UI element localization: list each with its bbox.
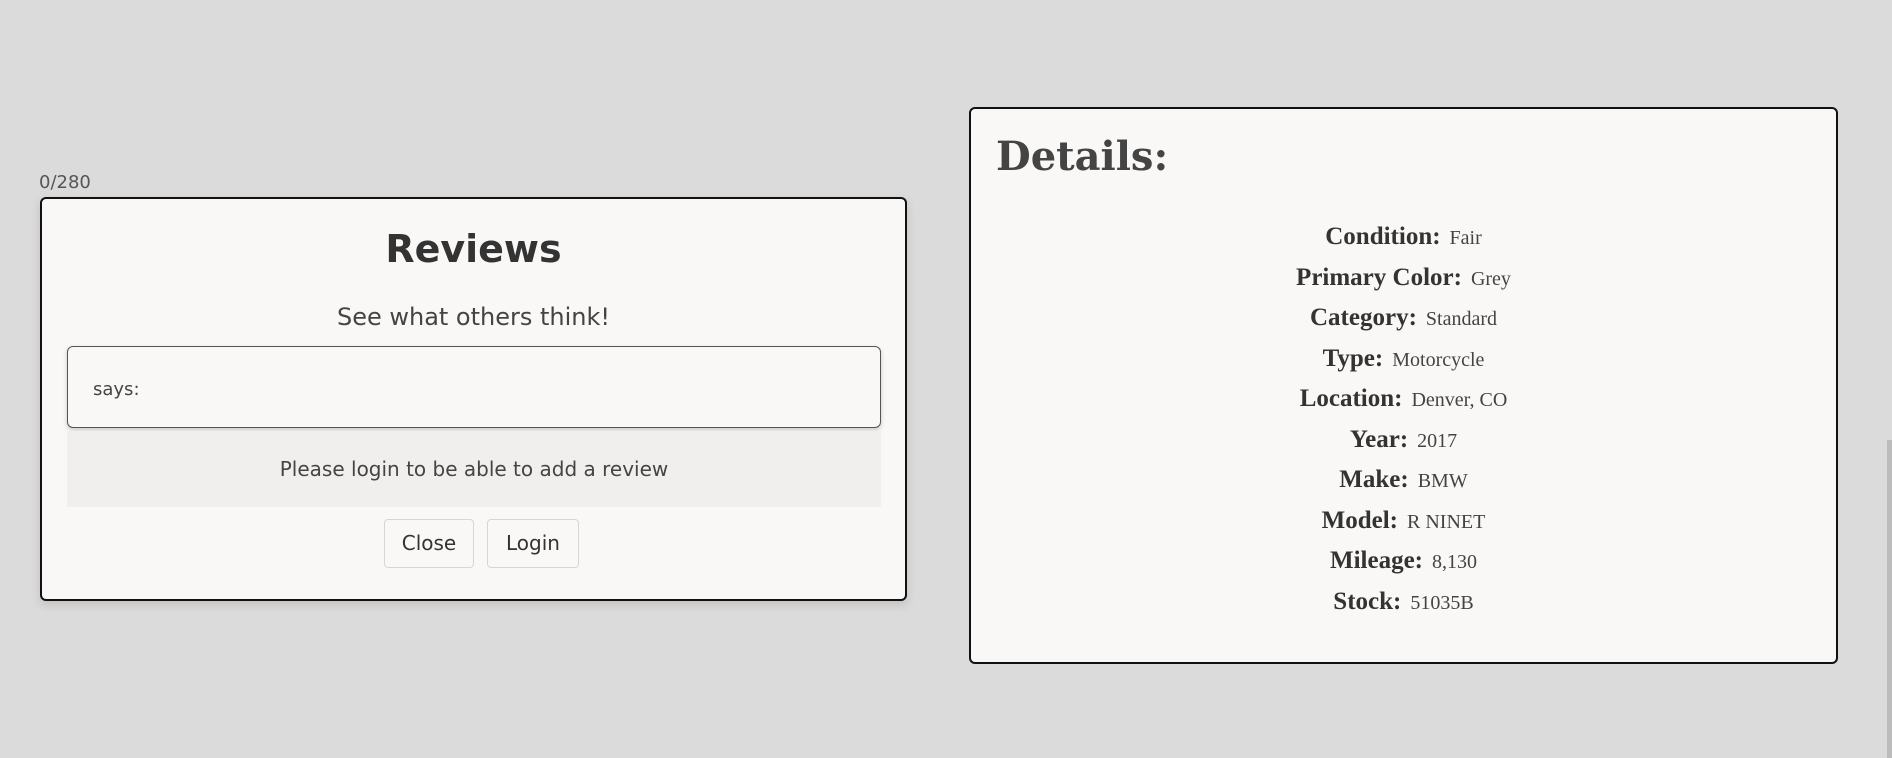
detail-value: 51035B xyxy=(1410,591,1474,614)
detail-label: Mileage: xyxy=(1329,547,1423,574)
detail-row-category: Category: Standard xyxy=(971,298,1836,339)
detail-label: Primary Color: xyxy=(1296,263,1462,291)
detail-label: Type: xyxy=(1322,344,1384,372)
detail-label: Model: xyxy=(1321,506,1399,534)
detail-row-primary-color: Primary Color: Grey xyxy=(971,258,1836,299)
detail-row-type: Type: Motorcycle xyxy=(971,339,1836,380)
reviews-title: Reviews xyxy=(385,227,562,271)
detail-row-location: Location: Denver, CO xyxy=(971,379,1836,420)
detail-label: Location: xyxy=(1299,385,1403,412)
review-author-says: says: xyxy=(93,379,140,400)
detail-value: Denver, CO xyxy=(1411,389,1508,411)
review-char-counter: 0/280 xyxy=(39,172,91,193)
close-button[interactable]: Close xyxy=(384,519,474,568)
detail-value: Fair xyxy=(1449,227,1482,249)
login-button[interactable]: Login xyxy=(487,519,579,568)
detail-row-stock: Stock: 51035B xyxy=(971,582,1836,623)
detail-value: Standard xyxy=(1425,308,1497,330)
detail-value: R NINET xyxy=(1407,510,1486,533)
detail-value: 8,130 xyxy=(1432,551,1477,573)
details-panel: Details: Condition: Fair Primary Color: Gr… xyxy=(969,107,1838,664)
scrollbar-thumb[interactable] xyxy=(1887,440,1892,758)
detail-label: Category: xyxy=(1310,304,1417,331)
detail-label: Make: xyxy=(1339,466,1409,493)
reviews-subtitle: See what others think! xyxy=(336,303,611,331)
detail-value: Grey xyxy=(1470,267,1511,290)
login-notice: Please login to be able to add a review xyxy=(67,431,881,507)
detail-value: 2017 xyxy=(1417,429,1458,452)
detail-value: Motorcycle xyxy=(1392,348,1485,371)
detail-label: Condition: xyxy=(1325,223,1441,250)
detail-label: Stock: xyxy=(1333,587,1402,615)
page-scrollbar[interactable] xyxy=(1887,0,1892,758)
detail-row-model: Model: R NINET xyxy=(971,501,1836,542)
review-item: says: xyxy=(67,346,881,428)
detail-value: BMW xyxy=(1417,470,1468,492)
detail-row-make: Make: BMW xyxy=(971,460,1836,501)
detail-row-year: Year: 2017 xyxy=(971,420,1836,461)
detail-row-condition: Condition: Fair xyxy=(971,217,1836,258)
details-title: Details: xyxy=(996,133,1169,180)
details-list: Condition: Fair Primary Color: Grey Catego… xyxy=(971,217,1836,622)
reviews-panel: Reviews See what others think! says: Ple… xyxy=(40,197,907,601)
detail-label: Year: xyxy=(1349,425,1409,453)
detail-row-mileage: Mileage: 8,130 xyxy=(971,541,1836,582)
